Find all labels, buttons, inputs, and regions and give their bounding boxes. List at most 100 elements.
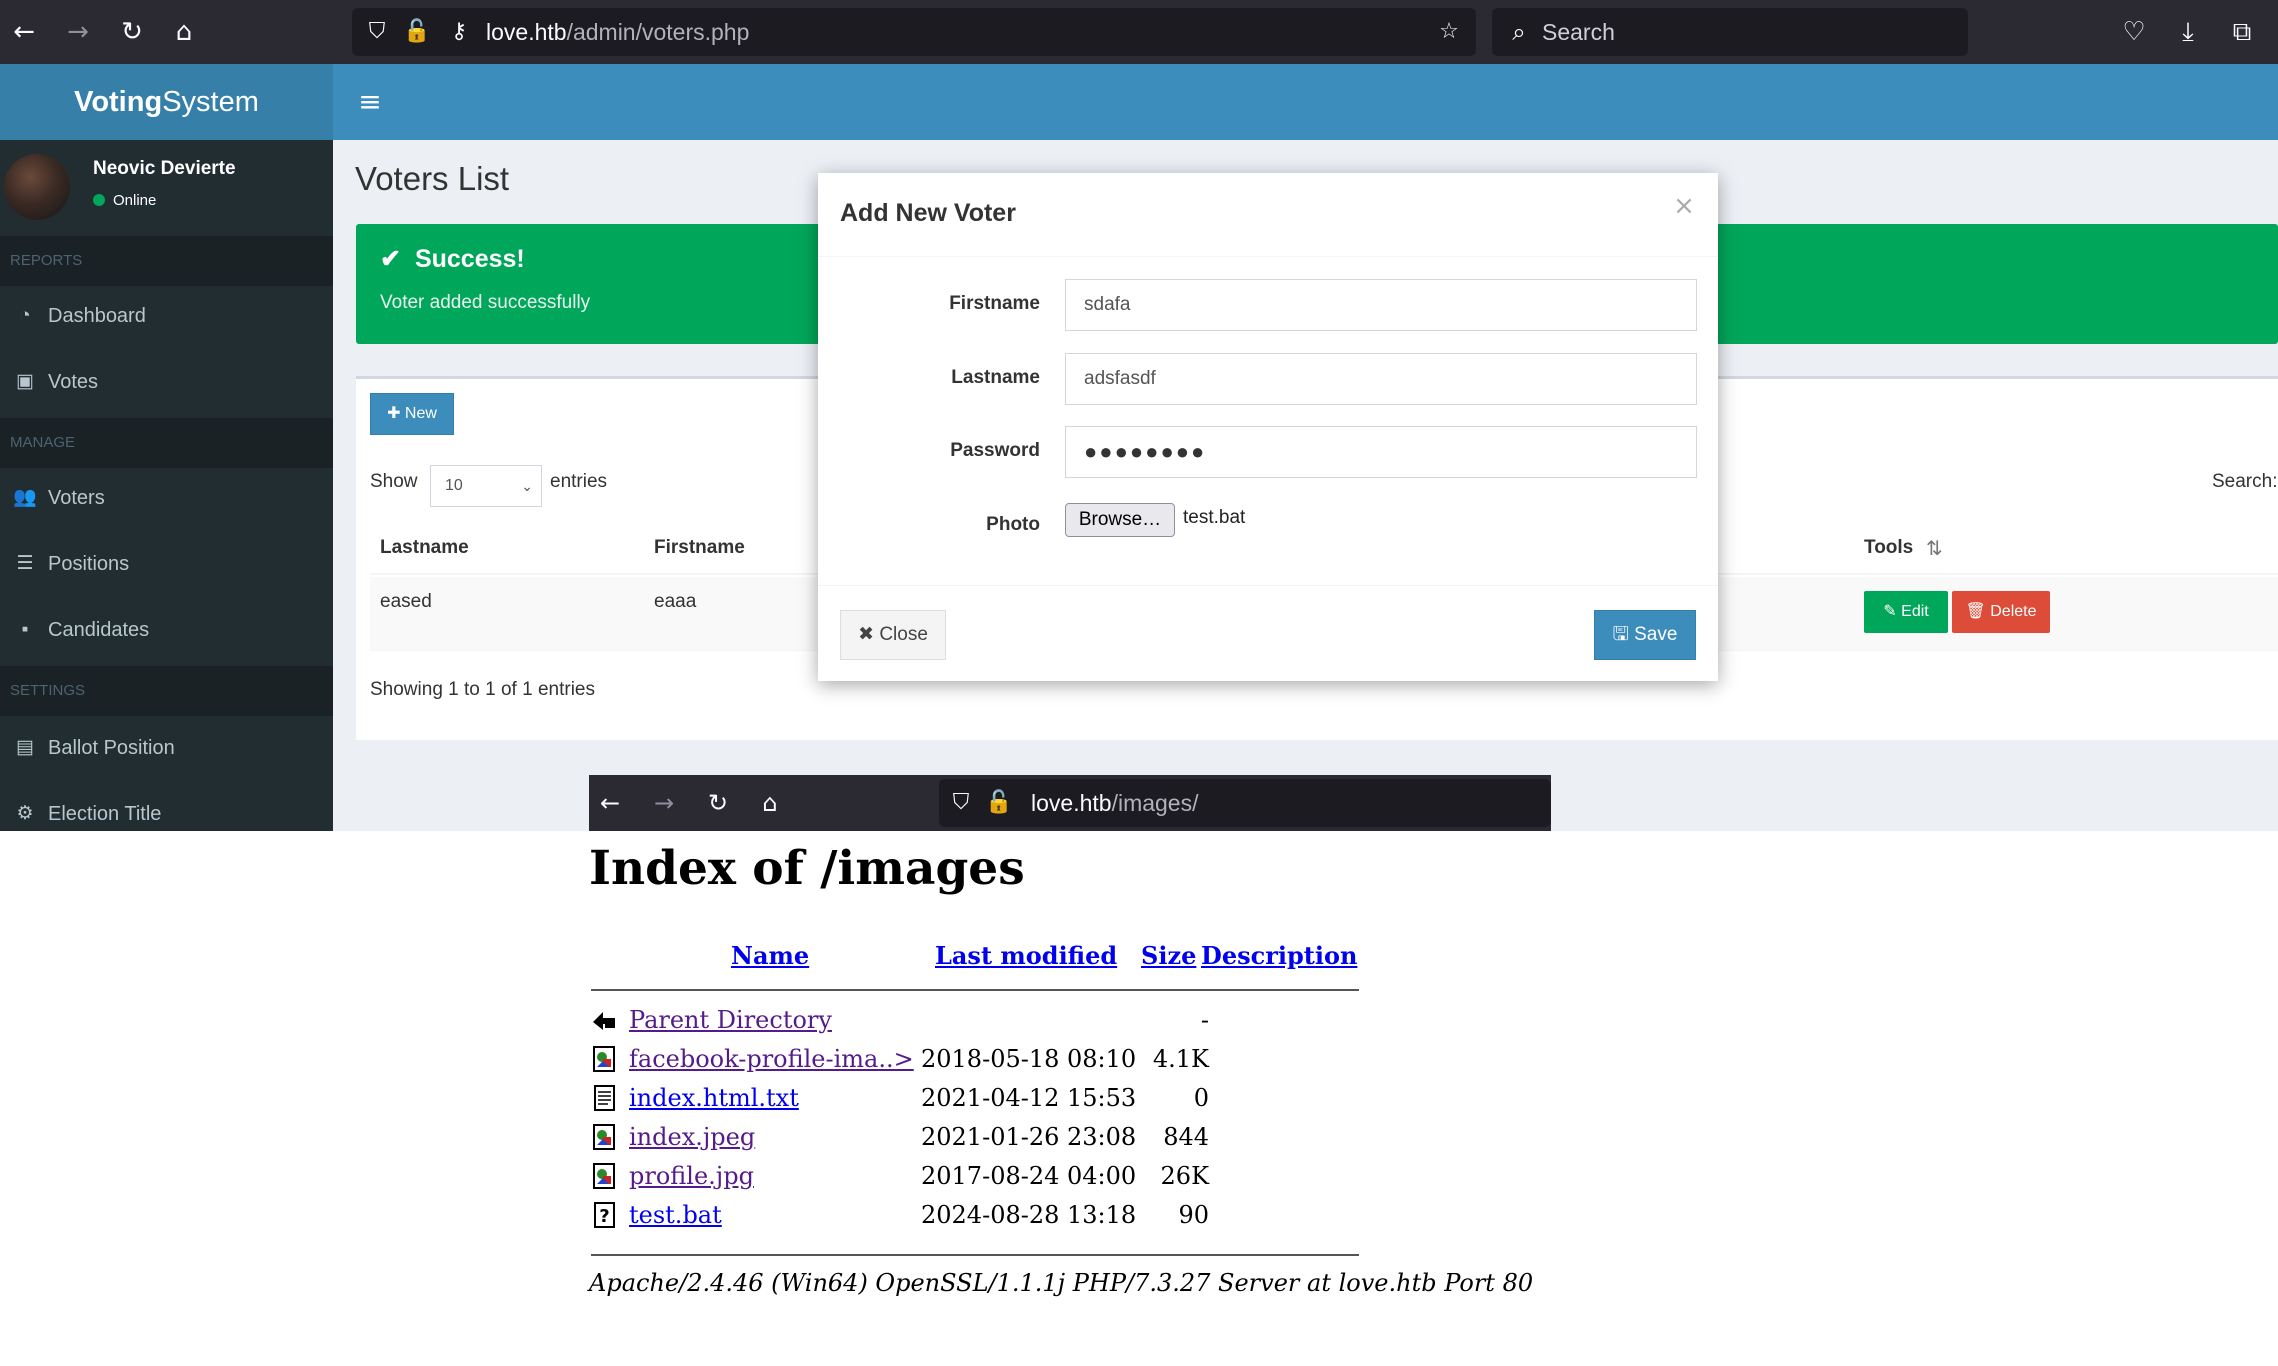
list-item: index.jpeg 2021-01-26 23:08 844 (591, 1120, 1491, 1154)
sidebar-item-ballot-position[interactable]: ▤ Ballot Position (0, 718, 333, 778)
file-link[interactable]: index.jpeg (629, 1120, 755, 1154)
address-bar[interactable]: ⛉ 🔓 ⚷ love.htb/admin/voters.php ☆ (352, 8, 1476, 56)
close-icon[interactable]: × (1672, 191, 1696, 221)
browse-button[interactable]: Browse… (1065, 503, 1175, 537)
file-link[interactable]: test.bat (629, 1198, 722, 1232)
sidebar-item-votes[interactable]: ▣ Votes (0, 352, 333, 412)
floppy-disk-icon: 🖫 (1612, 624, 1635, 645)
text-icon (594, 1085, 615, 1111)
menu-header-reports: REPORTS (0, 236, 333, 286)
user-status: Online (93, 192, 156, 209)
back-arrow-icon[interactable]: ← (8, 16, 40, 48)
users-icon: 👥 (13, 487, 37, 508)
plus-icon: ✚ (387, 405, 405, 422)
search-icon: ⌕ (1512, 18, 1526, 46)
lock-icon: ▣ (16, 371, 34, 392)
list-item: profile.jpg 2017-08-24 04:00 26K (591, 1159, 1491, 1193)
column-header-lastname[interactable]: Lastname (380, 521, 469, 575)
home-icon[interactable]: ⌂ (168, 16, 200, 48)
new-voter-button[interactable]: ✚ New (370, 393, 454, 435)
extensions-icon[interactable]: ⧉ (2226, 16, 2258, 48)
svg-text:?: ? (599, 1206, 609, 1227)
lastname-input[interactable]: adsfasdf (1065, 353, 1697, 405)
sidebar-item-dashboard[interactable]: ◔ Dashboard (0, 286, 333, 346)
add-voter-modal: Add New Voter × Firstname sdafa Lastname… (818, 173, 1718, 681)
password-label: Password (950, 440, 1040, 461)
tasks-icon: ☰ (16, 553, 34, 574)
user-name: Neovic Devierte (93, 158, 236, 179)
back-arrow-icon[interactable]: ← (595, 787, 625, 819)
delete-button[interactable]: 🗑 Delete (1952, 591, 2050, 633)
secondary-browser-toolbar: ← → ↻ ⌂ ⛉ 🔓 love.htb/images/ (589, 775, 1551, 831)
page-title: Voters List (355, 160, 510, 197)
forward-arrow-icon[interactable]: → (649, 787, 679, 819)
page-title: Index of /images (589, 841, 1025, 896)
search-bar[interactable]: ⌕ Search (1492, 8, 1968, 56)
back-icon (593, 1012, 615, 1030)
image-icon (593, 1124, 615, 1150)
close-button[interactable]: ✖ Close (840, 610, 946, 660)
forward-arrow-icon[interactable]: → (62, 16, 94, 48)
avatar (4, 154, 70, 220)
download-icon[interactable]: ⤓ (2172, 16, 2204, 48)
sort-by-modified-link[interactable]: Last modified (935, 941, 1117, 970)
browser-toolbar: ← → ↻ ⌂ ⛉ 🔓 ⚷ love.htb/admin/voters.php … (0, 0, 2278, 64)
password-input[interactable]: ●●●●●●●● (1065, 426, 1697, 478)
sidebar-toggle-icon[interactable]: ≡ (352, 82, 388, 122)
brand-logo[interactable]: VotingSystem (0, 64, 333, 140)
sidebar-item-candidates[interactable]: ▪ Candidates (0, 600, 333, 660)
image-icon (593, 1163, 615, 1189)
url-text-2[interactable]: love.htb/images/ (1031, 787, 1199, 819)
table-search-label: Search: (2212, 471, 2278, 492)
image-icon (593, 1046, 615, 1072)
save-button[interactable]: 🖫 Save (1594, 610, 1696, 660)
file-link[interactable]: Parent Directory (629, 1003, 832, 1037)
address-bar-2[interactable]: ⛉ 🔓 love.htb/images/ (939, 779, 1551, 827)
close-x-icon: ✖ (858, 624, 880, 645)
shield-icon[interactable]: ⛉ (362, 16, 392, 48)
sort-icon[interactable]: ⇅ (1926, 521, 1943, 575)
pocket-icon[interactable]: ♡ (2118, 16, 2150, 48)
divider (591, 989, 1359, 991)
cell-firstname: eaaa (654, 591, 697, 612)
insecure-lock-icon[interactable]: 🔓 (985, 787, 1013, 819)
page-length-select[interactable]: 10 ⌄ (430, 465, 542, 507)
sort-by-size-link[interactable]: Size (1141, 941, 1196, 970)
candidate-card-icon: ▪ (21, 619, 29, 640)
sidebar-item-election-title[interactable]: ⚙ Election Title (0, 784, 333, 831)
check-icon: ✔ (380, 245, 401, 273)
file-icon: ▤ (16, 737, 34, 758)
home-icon[interactable]: ⌂ (755, 787, 785, 819)
key-icon[interactable]: ⚷ (444, 16, 474, 48)
user-panel: Neovic Devierte Online (0, 140, 333, 236)
firstname-input[interactable]: sdafa (1065, 279, 1697, 331)
alert-message: Voter added successfully (380, 292, 591, 313)
menu-header-settings: SETTINGS (0, 666, 333, 716)
file-link[interactable]: index.html.txt (629, 1081, 799, 1115)
list-item: Parent Directory - (591, 1003, 1491, 1037)
alert-title: ✔ Success! (380, 245, 525, 273)
url-text[interactable]: love.htb/admin/voters.php (486, 16, 749, 48)
column-header-firstname[interactable]: Firstname (654, 521, 745, 575)
edit-button[interactable]: ✎ Edit (1864, 591, 1948, 633)
sort-by-description-link[interactable]: Description (1201, 941, 1357, 970)
directory-listing: Index of /images Name Last modified Size… (589, 831, 1589, 1331)
sidebar-item-positions[interactable]: ☰ Positions (0, 534, 333, 594)
menu-header-manage: MANAGE (0, 418, 333, 468)
insecure-lock-icon[interactable]: 🔓 (402, 16, 432, 48)
divider (591, 1254, 1359, 1256)
entries-label: entries (550, 471, 608, 492)
bookmark-star-icon[interactable]: ☆ (1434, 16, 1464, 48)
reload-icon[interactable]: ↻ (703, 787, 733, 819)
shield-icon[interactable]: ⛉ (947, 787, 975, 819)
search-placeholder: Search (1542, 19, 1615, 45)
edit-icon: ✎ (1883, 603, 1902, 620)
sidebar-item-voters[interactable]: 👥 Voters (0, 468, 333, 528)
column-header-tools: Tools (1864, 537, 1914, 558)
file-link[interactable]: facebook-profile-ima..> (629, 1042, 914, 1076)
modal-title: Add New Voter (840, 199, 1016, 227)
reload-icon[interactable]: ↻ (116, 16, 148, 48)
voting-system-app: VotingSystem ≡ Neovic Devierte Online RE… (0, 64, 2278, 831)
sort-by-name-link[interactable]: Name (731, 941, 809, 970)
file-link[interactable]: profile.jpg (629, 1159, 754, 1193)
